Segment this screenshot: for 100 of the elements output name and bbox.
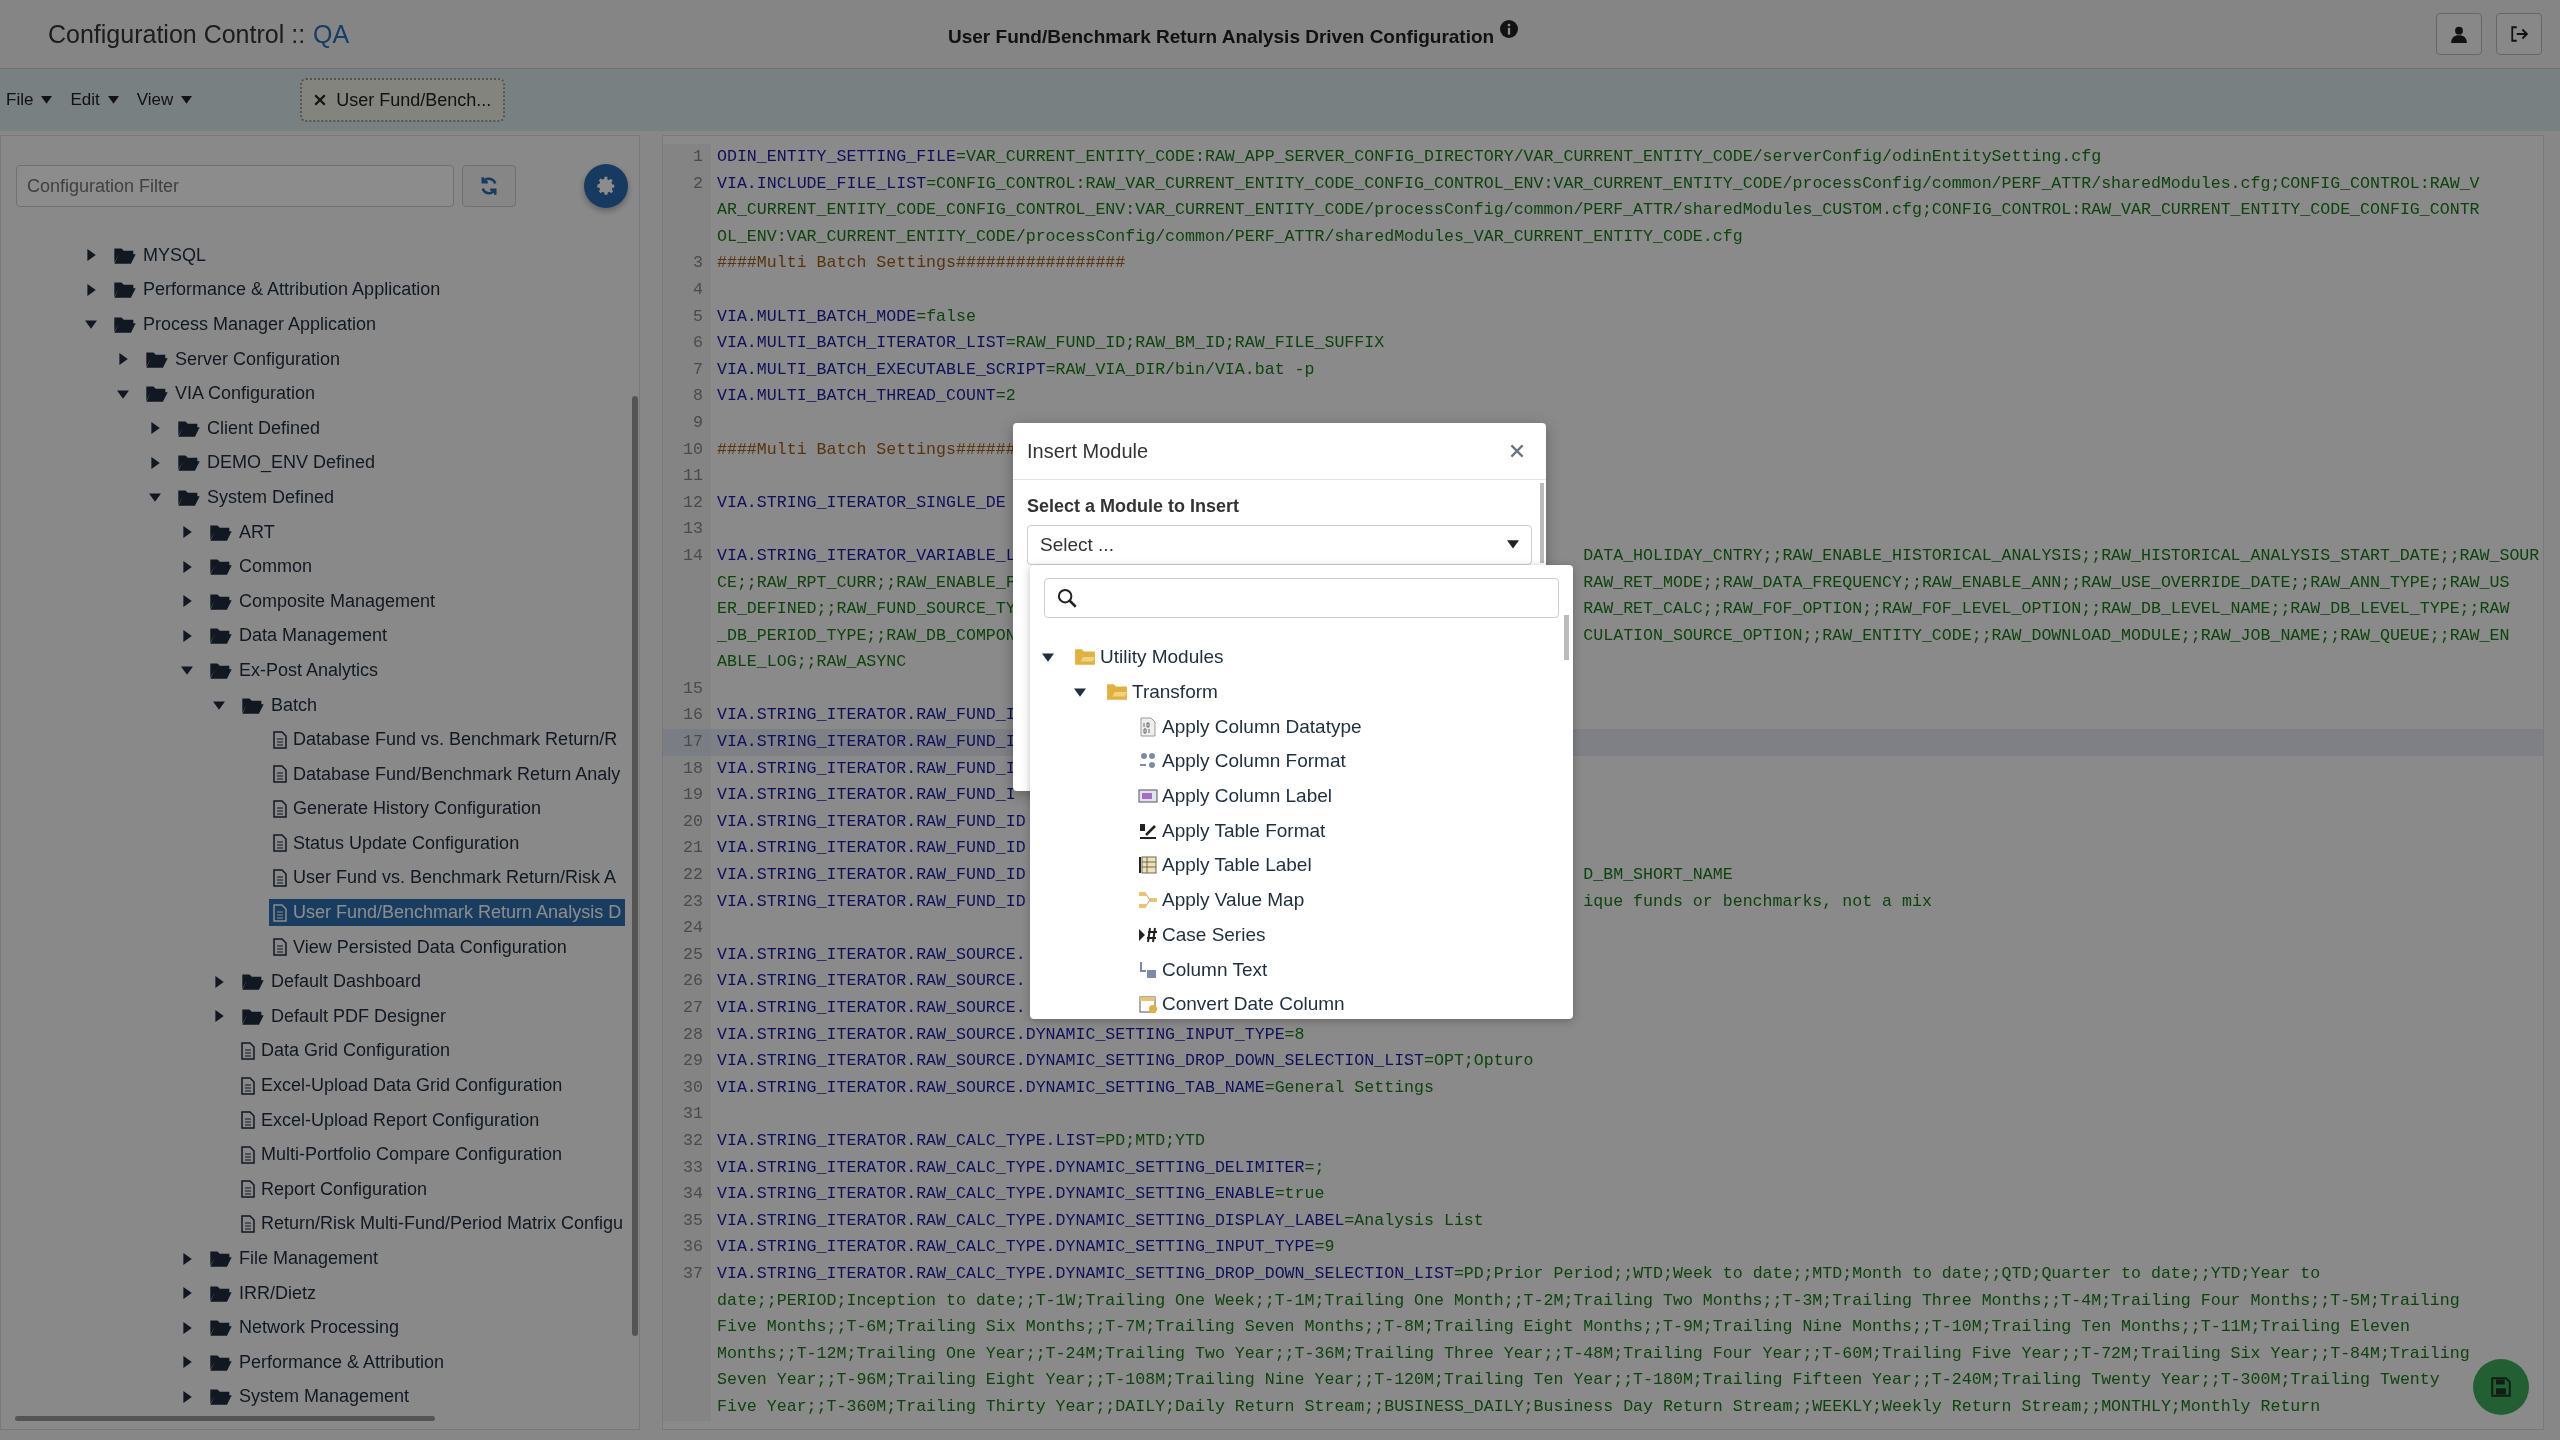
caret-right-icon[interactable] bbox=[181, 1390, 193, 1403]
code-text: VIA.STRING_ITERATOR.RAW_SOURCE. bbox=[717, 944, 1026, 964]
code-text: VIA.STRING_ITERATOR.RAW_CALC_TYPE.DYNAMIC_SETTING_DELIMITER=; bbox=[717, 1157, 1325, 1177]
configuration-filter-field[interactable]: Configuration Filter bbox=[16, 165, 454, 207]
line-number: 16 bbox=[663, 702, 711, 730]
module-item[interactable]: Apply Column Label bbox=[1138, 785, 1333, 808]
tree-item[interactable]: IRR/Dietz bbox=[205, 1279, 320, 1307]
module-select[interactable]: Select ... bbox=[1027, 525, 1532, 565]
module-item[interactable]: Case Series bbox=[1138, 923, 1266, 946]
module-item[interactable]: Apply Column Format bbox=[1138, 750, 1346, 773]
line-number: 5 bbox=[663, 303, 711, 331]
module-item[interactable]: Apply Table Format bbox=[1138, 819, 1326, 842]
code-text: ique funds or benchmarks, not a mix bbox=[1583, 890, 1932, 913]
caret-right-icon[interactable] bbox=[181, 1356, 193, 1369]
caret-right-icon[interactable] bbox=[181, 1321, 193, 1334]
caret-right-icon[interactable] bbox=[181, 629, 193, 642]
logout-button[interactable] bbox=[2496, 13, 2542, 55]
tree-item[interactable]: Data Grid Configuration bbox=[237, 1037, 455, 1065]
save-button[interactable] bbox=[2473, 1359, 2529, 1415]
caret-right-icon[interactable] bbox=[85, 283, 97, 296]
tree-item[interactable]: Default PDF Designer bbox=[237, 1002, 451, 1030]
menu-item[interactable]: View bbox=[136, 90, 193, 110]
tree-item[interactable]: Database Fund vs. Benchmark Return/R bbox=[269, 726, 622, 754]
tree-item[interactable]: System Defined bbox=[173, 483, 339, 511]
search-field[interactable] bbox=[1044, 578, 1559, 618]
module-item[interactable]: Column Text bbox=[1138, 958, 1268, 981]
user-button[interactable] bbox=[2436, 13, 2482, 55]
folder-icon bbox=[241, 1006, 265, 1026]
tree-item[interactable]: ART bbox=[205, 518, 279, 546]
tree-item[interactable]: User Fund vs. Benchmark Return/Risk A bbox=[269, 864, 621, 892]
menu-item[interactable]: Edit bbox=[70, 90, 119, 110]
tree-item[interactable]: File Management bbox=[205, 1245, 383, 1272]
tree-item[interactable]: Data Management bbox=[205, 622, 392, 650]
tree-item[interactable]: Return/Risk Multi-Fund/Period Matrix Configu bbox=[237, 1210, 628, 1238]
tree-item[interactable]: Excel-Upload Data Grid Configuration bbox=[237, 1072, 567, 1100]
tree-item[interactable]: Composite Management bbox=[205, 587, 440, 615]
folder-icon bbox=[209, 626, 233, 646]
tree-item[interactable]: User Fund/Benchmark Return Analysis D bbox=[269, 899, 626, 927]
line-number: 36 bbox=[663, 1234, 711, 1261]
info-icon[interactable] bbox=[1500, 20, 1519, 38]
tree-item[interactable]: Multi-Portfolio Compare Configuration bbox=[237, 1141, 567, 1169]
tree-item[interactable]: Database Fund/Benchmark Return Analy bbox=[269, 760, 625, 788]
tree-item[interactable]: MYSQL bbox=[109, 241, 211, 269]
folder-icon bbox=[209, 1318, 233, 1338]
refresh-button[interactable] bbox=[462, 165, 516, 207]
caret-right-icon[interactable] bbox=[117, 353, 129, 366]
tree-item[interactable]: System Management bbox=[205, 1383, 414, 1411]
settings-button[interactable] bbox=[584, 164, 628, 208]
file-icon bbox=[273, 903, 287, 922]
menu-item[interactable]: File bbox=[6, 90, 53, 110]
caret-right-icon[interactable] bbox=[213, 1010, 225, 1023]
caret-right-icon[interactable] bbox=[181, 595, 193, 608]
caret-down-icon[interactable] bbox=[1042, 651, 1054, 664]
tree-item[interactable]: Default Dashboard bbox=[237, 968, 426, 996]
code-text: VIA.STRING_ITERATOR.RAW_FUND_I bbox=[717, 785, 1016, 805]
code-text: VIA.STRING_ITERATOR.RAW_FUND_ID bbox=[717, 865, 1026, 885]
caret-right-icon[interactable] bbox=[181, 1252, 193, 1265]
code-text: VIA.STRING_ITERATOR.RAW_FUND_I bbox=[717, 758, 1016, 778]
caret-right-icon[interactable] bbox=[213, 975, 225, 988]
tree-item[interactable]: Status Update Configuration bbox=[269, 829, 524, 857]
code-text: D_BM_SHORT_NAME bbox=[1583, 864, 1733, 887]
line-number: 1 bbox=[663, 144, 711, 171]
caret-down-icon[interactable] bbox=[1074, 686, 1086, 699]
tree-item[interactable]: Excel-Upload Report Configuration bbox=[237, 1106, 544, 1134]
caret-right-icon[interactable] bbox=[85, 249, 97, 262]
tree-item[interactable]: VIA Configuration bbox=[141, 380, 320, 408]
tree-item[interactable]: Performance & Attribution bbox=[205, 1348, 449, 1376]
tree-item[interactable]: Report Configuration bbox=[237, 1175, 432, 1203]
tree-item[interactable]: Client Defined bbox=[173, 414, 325, 442]
caret-right-icon[interactable] bbox=[181, 526, 193, 539]
calendar-icon bbox=[1138, 994, 1158, 1015]
document-tab[interactable]: User Fund/Bench... bbox=[300, 78, 506, 122]
tree-item[interactable]: Generate History Configuration bbox=[269, 795, 546, 823]
line-number: 13 bbox=[663, 516, 711, 543]
tree-item[interactable]: Ex-Post Analytics bbox=[205, 656, 383, 684]
tree-item[interactable]: Server Configuration bbox=[141, 345, 345, 373]
module-item[interactable]: Apply Table Label bbox=[1138, 854, 1312, 877]
caret-right-icon[interactable] bbox=[149, 422, 161, 435]
module-item[interactable]: Utility Modules bbox=[1074, 646, 1224, 669]
tree-item[interactable]: Common bbox=[205, 553, 317, 581]
caret-right-icon[interactable] bbox=[181, 560, 193, 573]
caret-right-icon[interactable] bbox=[149, 456, 161, 469]
module-item[interactable]: Apply Value Map bbox=[1138, 889, 1305, 912]
tree-item[interactable]: Process Manager Application bbox=[109, 311, 381, 338]
tree-item[interactable]: Performance & Attribution Application bbox=[109, 276, 445, 304]
close-icon[interactable] bbox=[314, 94, 327, 106]
tree-item[interactable]: View Persisted Data Configuration bbox=[269, 933, 571, 961]
folder-icon bbox=[209, 1387, 233, 1407]
tree-item[interactable]: Network Processing bbox=[205, 1314, 404, 1342]
code-text: VIA.STRING_ITERATOR.RAW_SOURCE.DYNAMIC_SETTING_TAB_NAME=General Settings bbox=[717, 1077, 1434, 1097]
caret-right-icon[interactable] bbox=[181, 1287, 193, 1300]
code-text: VIA.STRING_ITERATOR_SINGLE_DE bbox=[717, 492, 1006, 512]
module-item[interactable]: Convert Date Column bbox=[1138, 993, 1345, 1016]
module-item[interactable]: Transform bbox=[1106, 681, 1218, 704]
tree-item[interactable]: Batch bbox=[237, 691, 322, 719]
module-item[interactable]: Apply Column Datatype bbox=[1138, 715, 1362, 738]
tree-item[interactable]: DEMO_ENV Defined bbox=[173, 449, 380, 477]
line-number: 11 bbox=[663, 463, 711, 490]
caret-down-icon bbox=[1507, 540, 1519, 550]
code-text: Five Year;;T-360M;Trailing Thirty Year;;DAILY;Daily Return Stream;;BUSINESS_DAILY;Business Day Return Stream;;WEEKLY;Weekly Return Stream;;MONTHLY;Monthly Return bbox=[717, 1396, 2321, 1416]
